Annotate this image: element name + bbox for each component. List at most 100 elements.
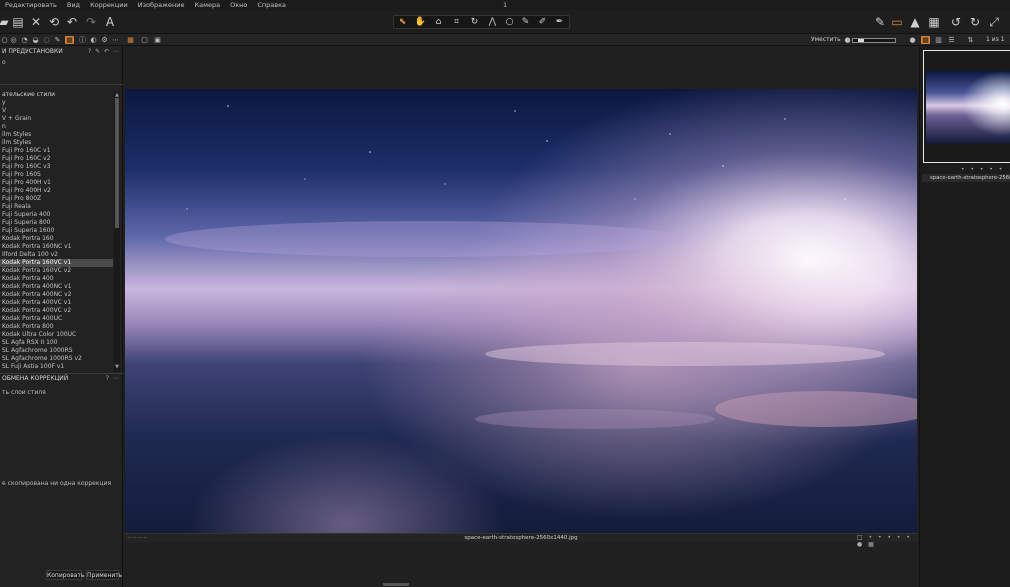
browser-list-icon[interactable]: ☰	[947, 36, 956, 44]
export-icon[interactable]: ▤	[10, 14, 26, 30]
redo-icon[interactable]: ↷	[83, 14, 99, 30]
style-list-item[interactable]: n	[0, 123, 113, 131]
styles-presets-header[interactable]: И ПРЕДУСТАНОВКИ ? ✎ ↶ ⋯	[0, 47, 123, 56]
scroll-down-icon[interactable]: ▼	[114, 364, 120, 370]
color-tab-icon[interactable]: ◒	[31, 36, 40, 44]
menu-image[interactable]: Изображение	[133, 1, 190, 9]
menu-camera[interactable]: Камера	[189, 1, 225, 9]
picker-icon[interactable]: ✒	[552, 16, 567, 28]
style-list-item[interactable]: V + Grain	[0, 115, 113, 123]
style-list-item[interactable]: Kodak Portra 160VC v2	[0, 267, 113, 275]
style-list-item[interactable]: Fuji Superia 400	[0, 211, 113, 219]
loupe-icon[interactable]: ⌂	[431, 16, 446, 28]
details-tab-icon[interactable]: ✎	[53, 36, 62, 44]
style-list-item[interactable]: Fuji Pro 400H v2	[0, 187, 113, 195]
thumbnail-rating[interactable]: • • • • •	[961, 166, 1004, 173]
layers-icon[interactable]: ▭	[889, 14, 905, 30]
viewer-compare-icon[interactable]: ▣	[153, 36, 162, 44]
style-list-item[interactable]: Fuji Pro 400H v1	[0, 179, 113, 187]
sort-icon[interactable]: ⇅	[966, 36, 975, 44]
viewer-grid-icon[interactable]: ▦	[126, 36, 135, 44]
menu-window[interactable]: Окно	[225, 1, 252, 9]
adjustments-clipboard-header[interactable]: ОБМЕНА КОРРЕКЦИЙ ? ⋯	[0, 374, 123, 383]
zoom-slider-knob[interactable]	[858, 39, 864, 42]
crop-icon[interactable]: ⌗	[449, 16, 464, 28]
rotate-icon[interactable]: ↻	[467, 16, 482, 28]
main-photo[interactable]	[125, 89, 917, 533]
style-list-item[interactable]: ilm Styles	[0, 139, 113, 147]
circle-mask-icon[interactable]: ○	[502, 16, 517, 28]
zoom-fit-label[interactable]: Уместить	[811, 36, 841, 43]
style-list-item[interactable]: Kodak Portra 400VC v1	[0, 299, 113, 307]
style-list-item[interactable]: Fuji Pro 160C v2	[0, 155, 113, 163]
style-list-item[interactable]: Kodak Ultra Color 100UC	[0, 331, 113, 339]
style-list-item[interactable]: Ilford Delta 100 v2	[0, 251, 113, 259]
panel-header-icons[interactable]: ? ⋯	[106, 374, 120, 383]
pan-hand-icon[interactable]: ✋	[413, 16, 428, 28]
delete-icon[interactable]: ✕	[28, 14, 44, 30]
apply-button[interactable]: Применить	[86, 570, 122, 580]
menu-edit[interactable]: Редактировать	[0, 1, 62, 9]
menu-view[interactable]: Вид	[62, 1, 85, 9]
menu-help[interactable]: Справка	[252, 1, 291, 9]
thumbnail-selected[interactable]	[923, 50, 1010, 163]
style-list-item[interactable]: SL Agfachrome 1000RS v2	[0, 355, 113, 363]
viewer-rating-icons[interactable]: □ • • • • • ● ▦	[857, 534, 918, 548]
grid-icon[interactable]: ▦	[926, 14, 942, 30]
style-list-item[interactable]: Kodak Portra 400	[0, 275, 113, 283]
brush-icon[interactable]: ✎	[518, 16, 533, 28]
zoom-slider[interactable]	[852, 38, 896, 43]
exposure-tab-icon[interactable]: ◌	[42, 36, 51, 44]
style-list-item[interactable]: Fuji Superia 1600	[0, 227, 113, 235]
warning-icon[interactable]: ▲	[907, 14, 923, 30]
style-list-item[interactable]: Kodak Portra 400NC v1	[0, 283, 113, 291]
reset-icon[interactable]: ⟲	[46, 14, 62, 30]
style-list-item[interactable]: Kodak Portra 400UC	[0, 315, 113, 323]
styles-tab-icon[interactable]: ▦	[65, 36, 74, 44]
text-icon[interactable]: A	[102, 14, 118, 30]
style-list-item[interactable]: Kodak Portra 400VC v2	[0, 307, 113, 315]
keystone-icon[interactable]: ⋀	[485, 16, 500, 28]
viewer-single-icon[interactable]: ▢	[140, 36, 149, 44]
output-tab-icon[interactable]: ◐	[89, 36, 98, 44]
library-tab-icon[interactable]: ○	[0, 36, 9, 44]
style-list-item[interactable]: Fuji Pro 160C v1	[0, 147, 113, 155]
style-list-item[interactable]: Kodak Portra 160NC v1	[0, 243, 113, 251]
style-list-item[interactable]: SL Agfachrome 1000RS	[0, 347, 113, 355]
fullscreen-icon[interactable]: ⤢	[986, 14, 1002, 30]
select-cursor-icon[interactable]: ⬉	[395, 16, 410, 28]
metadata-tab-icon[interactable]: ⓘ	[78, 36, 87, 44]
panel-header-icons[interactable]: ? ✎ ↶ ⋯	[88, 47, 120, 56]
style-list-item[interactable]: ilm Styles	[0, 131, 113, 139]
style-list-item[interactable]: Kodak Portra 800	[0, 323, 113, 331]
rotate-right-icon[interactable]: ↻	[967, 14, 983, 30]
style-list-item[interactable]: SL Agfa RSX II 100	[0, 339, 113, 347]
rotate-left-icon[interactable]: ↺	[948, 14, 964, 30]
browser-grid-icon[interactable]: ▦	[921, 36, 930, 44]
scrollbar-thumb[interactable]	[115, 98, 119, 228]
menu-adjustments[interactable]: Коррекции	[85, 1, 133, 9]
style-list-item[interactable]: Fuji Reala	[0, 203, 113, 211]
style-list-item[interactable]: Fuji Pro 160C v3	[0, 163, 113, 171]
style-list-item[interactable]: V	[0, 107, 113, 115]
style-layers-option[interactable]: ть слои стиля	[0, 388, 123, 397]
styles-scrollbar[interactable]: ▲ ▼	[114, 92, 120, 372]
user-styles-header[interactable]: ательские стили	[0, 91, 123, 99]
eraser-icon[interactable]: ✐	[535, 16, 550, 28]
color-picker-icon[interactable]: ✎	[872, 14, 888, 30]
undo-icon[interactable]: ↶	[64, 14, 80, 30]
panel-resize-handle[interactable]	[383, 583, 409, 586]
capture-tab-icon[interactable]: ◎	[9, 36, 18, 44]
lens-tab-icon[interactable]: ◔	[20, 36, 29, 44]
style-list-item[interactable]: Kodak Portra 160VC v1	[0, 259, 113, 267]
browser-filmstrip-icon[interactable]: ▥	[934, 36, 943, 44]
style-list-item[interactable]: SL Fuji Astia 100F v1	[0, 363, 113, 371]
style-list-item[interactable]: Kodak Portra 400NC v2	[0, 291, 113, 299]
style-list-item[interactable]: Fuji Pro 160S	[0, 171, 113, 179]
style-list-item[interactable]: Fuji Pro 800Z	[0, 195, 113, 203]
style-list-item[interactable]: y	[0, 99, 113, 107]
style-list-item[interactable]: Fuji Superia 800	[0, 219, 113, 227]
settings-tab-icon[interactable]: ⚙	[100, 36, 109, 44]
copy-button[interactable]: Копировать	[46, 570, 84, 580]
more-tab-icon[interactable]: ⋯	[111, 36, 120, 44]
